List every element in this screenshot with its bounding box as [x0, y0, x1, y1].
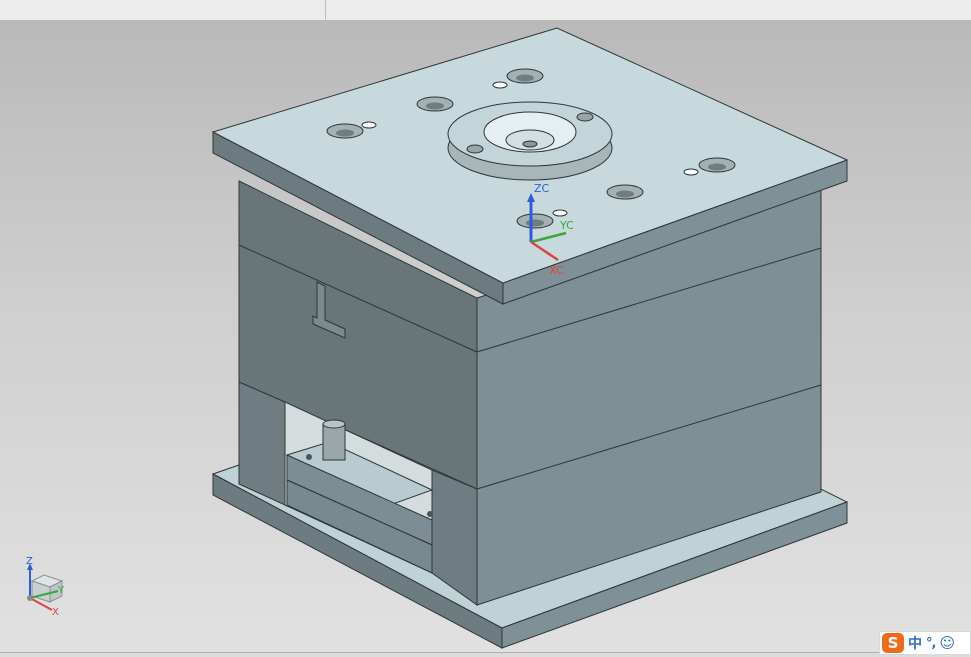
ejector-pin-hole-left: [306, 454, 312, 460]
status-strip: [0, 652, 971, 657]
mold-assembly-view[interactable]: ZC YC XC Z Y X: [0, 20, 971, 652]
return-pin-top: [322, 419, 346, 429]
counterbore-hole-1[interactable]: [326, 123, 364, 139]
window-top-bar: [0, 0, 971, 21]
zc-label: ZC: [534, 182, 550, 195]
ring-screw-hole-right: [576, 112, 594, 122]
absolute-triad: Z Y X: [26, 556, 65, 618]
toolbar-divider: [325, 0, 326, 20]
yc-label: YC: [559, 219, 574, 232]
triad-x-label: X: [52, 607, 59, 618]
ime-toolbar[interactable]: S 中 °, ☺: [879, 631, 971, 655]
ime-punctuation-button[interactable]: °,: [926, 636, 937, 651]
ring-screw-hole-left: [466, 144, 484, 154]
ejector-pin-hole-right: [427, 511, 433, 517]
nx-cad-window: ZC YC XC Z Y X S 中 °, ☺: [0, 0, 971, 657]
triad-origin-icon: [27, 595, 33, 601]
triad-z-label: Z: [26, 556, 33, 567]
graphics-viewport[interactable]: ZC YC XC Z Y X: [0, 20, 971, 652]
ime-emoji-icon[interactable]: ☺: [939, 634, 955, 652]
counterbore-hole-2[interactable]: [416, 96, 454, 112]
sprue-hole: [522, 140, 538, 148]
triad-y-label: Y: [57, 585, 65, 596]
pin-hole-2: [492, 81, 508, 89]
counterbore-hole-5[interactable]: [606, 184, 644, 200]
xc-label: XC: [549, 264, 564, 277]
pin-hole-4: [552, 209, 568, 217]
support-rail-left[interactable]: [238, 381, 286, 506]
return-pin[interactable]: [322, 423, 346, 461]
ime-chinese-mode-button[interactable]: 中: [908, 633, 922, 653]
counterbore-hole-3[interactable]: [506, 68, 544, 84]
counterbore-hole-4[interactable]: [698, 157, 736, 173]
sogou-logo-icon[interactable]: S: [882, 633, 904, 653]
counterbore-hole-6[interactable]: [516, 213, 554, 229]
pin-hole-3: [683, 168, 699, 176]
pin-hole-1: [361, 121, 377, 129]
